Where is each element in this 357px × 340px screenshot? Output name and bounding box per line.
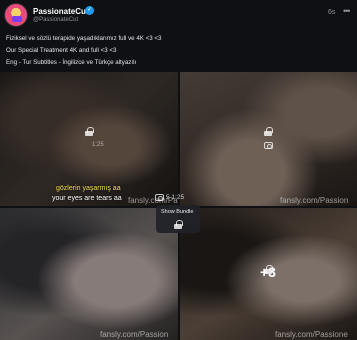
bundle-label: Show Bundle bbox=[161, 209, 194, 215]
media-tile-2[interactable]: fansly.com/Passion bbox=[180, 72, 357, 206]
verified-icon: ✓ bbox=[85, 6, 94, 15]
more-media-count[interactable]: +3 bbox=[260, 264, 276, 280]
media-tile-1[interactable]: 1:25 gözlerin yaşarmış aa your eyes are … bbox=[0, 72, 178, 206]
caption-line-2: Our Special Treatment 4K and full <3 <3 bbox=[6, 47, 117, 54]
media-grid: 1:25 gözlerin yaşarmış aa your eyes are … bbox=[0, 72, 357, 340]
media-stats-text: 5 1:25 bbox=[166, 194, 185, 202]
media-stats: 5 1:25 bbox=[155, 194, 184, 201]
media-tile-3[interactable]: fansly.com/Passion bbox=[0, 208, 178, 340]
camera-icon bbox=[155, 194, 164, 201]
lock-icon bbox=[174, 220, 183, 229]
camera-icon bbox=[264, 142, 273, 149]
watermark: fansly.com/Passione bbox=[275, 330, 348, 339]
media-duration: 1:25 bbox=[92, 142, 104, 148]
subtitle-english: your eyes are tears aa bbox=[52, 195, 122, 202]
author-name[interactable]: PassionateCut bbox=[33, 7, 89, 16]
caption-line-1: Fiziksel ve sözlü terapide yaşadıklarımı… bbox=[6, 35, 162, 42]
watermark: fansly.com/Passion bbox=[280, 196, 349, 205]
post-time: 6s bbox=[328, 9, 336, 16]
lock-icon bbox=[264, 127, 273, 136]
post-header: PassionateCut ✓ @PassionateCut 6s ••• bbox=[0, 0, 357, 30]
author-handle[interactable]: @PassionateCut bbox=[33, 17, 78, 23]
subtitle-turkish: gözlerin yaşarmış aa bbox=[56, 185, 121, 192]
media-overlay bbox=[0, 208, 178, 340]
caption-line-3: Eng - Tur Subtitles - İngilizce ve Türkç… bbox=[6, 59, 137, 66]
media-overlay bbox=[180, 72, 357, 206]
more-icon[interactable]: ••• bbox=[343, 6, 351, 16]
watermark: fansly.com/Passion bbox=[100, 330, 169, 339]
show-bundle-button[interactable]: Show Bundle bbox=[156, 205, 200, 233]
avatar[interactable] bbox=[4, 3, 28, 27]
lock-icon bbox=[85, 127, 94, 136]
